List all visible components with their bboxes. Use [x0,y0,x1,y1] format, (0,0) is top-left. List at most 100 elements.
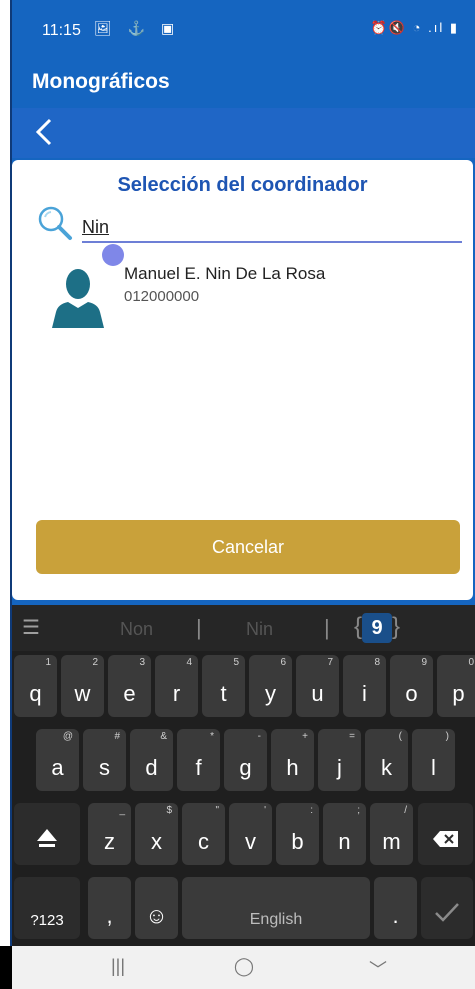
navigation-bar [12,108,475,158]
key-g[interactable]: -g [224,729,267,791]
key-label: z [104,829,115,854]
key-secondary-label: 6 [280,657,286,668]
key-secondary-label: 1 [45,657,51,668]
back-button[interactable]: ﹀ [358,956,398,980]
suggestion-1[interactable]: Non [120,619,153,640]
suggestion-bar: ☰ Non | Nin | {9} [12,605,475,651]
backspace-icon [418,829,473,855]
comma-key[interactable]: , [88,877,131,939]
list-item[interactable]: Manuel E. Nin De La Rosa 012000000 [42,260,462,330]
key-secondary-label: " [215,805,219,816]
key-label: y [265,681,276,706]
key-d[interactable]: & d [130,729,173,791]
key-b[interactable]: :b [276,803,319,865]
key-secondary-label: 7 [327,657,333,668]
key-label: r [172,681,181,706]
key-x[interactable]: $ x [135,803,178,865]
key-o[interactable]: 9o [390,655,433,717]
key-f[interactable]: * f [177,729,220,791]
key-label: u [311,681,324,706]
key-v[interactable]: ' v [229,803,272,865]
shift-key[interactable] [14,803,80,865]
key-a[interactable]: @ a [36,729,79,791]
key-secondary-label: @ [62,731,73,742]
key-m[interactable]: / m [370,803,413,865]
home-button[interactable]: ◯ [224,956,264,980]
dialog-title: Selección del coordinador [117,174,368,196]
status-time: 11:15 [42,22,81,39]
cancel-button[interactable]: Cancelar [36,520,460,574]
key-secondary-label: _ [119,805,125,816]
key-label: i [362,681,367,706]
key-secondary-label: 9 [421,657,427,668]
key-secondary-label: & [160,731,167,742]
key-label: p [452,681,465,706]
key-secondary-label: # [114,731,120,742]
key-i[interactable]: 8i [343,655,386,717]
symbols-key[interactable]: ?123 [14,877,80,939]
key-label: English [249,911,303,928]
keyboard-menu-icon[interactable]: ☰ [22,615,40,640]
checkmark-icon [421,901,473,929]
key-secondary-label: 4 [186,657,192,668]
key-label: v [245,829,256,854]
key-label: t [220,681,227,706]
key-z[interactable]: _ z [88,803,131,865]
key-secondary-label: ( [398,731,402,742]
key-secondary-label: 0 [468,657,474,668]
key-e[interactable]: 3e [108,655,151,717]
key-label: f [195,755,202,780]
backspace-key[interactable] [418,803,473,865]
key-w[interactable]: 2w [61,655,104,717]
suggestion-divider: | [196,615,202,640]
key-secondary-label: + [302,731,308,742]
key-t[interactable]: 5t [202,655,245,717]
key-q[interactable]: 1q [14,655,57,717]
suggestion-divider: | [324,615,330,640]
key-secondary-label: 3 [139,657,145,668]
key-k[interactable]: (k [365,729,408,791]
key-y[interactable]: 6y [249,655,292,717]
period-key[interactable]: . [374,877,417,939]
key-n[interactable]: ; n [323,803,366,865]
key-r[interactable]: 4r [155,655,198,717]
key-label: . [392,903,399,928]
search-underline [82,241,462,243]
suggestion-number[interactable]: {9} [354,613,400,643]
suggestion-number-value: 9 [362,613,393,643]
on-screen-keyboard: ☰ Non | Nin | {9} 1 q 2 w 3 e 4 r 5 t 6 y 7 u 8 i 9 o 0 p @ a… [12,605,475,946]
back-arrow-icon[interactable] [30,114,60,150]
key-label: x [151,829,162,854]
emoji-key[interactable]: ☺ [135,877,178,939]
suggestion-2[interactable]: Nin [246,619,273,640]
recents-button[interactable]: ||| [98,956,138,980]
key-label: j [337,755,342,780]
key-label: ?123 [30,912,64,929]
key-label: ☺ [145,903,168,928]
coordinator-dialog: Selección del coordinador Manuel E. Nin … [12,160,473,600]
key-h[interactable]: + h [271,729,314,791]
key-label: a [51,755,64,780]
result-code: 012000000 [124,288,200,305]
left-frame-bottom [0,946,12,989]
key-secondary-label: 8 [374,657,380,668]
search-input[interactable] [82,212,462,242]
key-label: d [145,755,158,780]
search-icon [36,204,76,244]
key-label: l [431,755,436,780]
key-label: n [338,829,351,854]
enter-key[interactable] [421,877,473,939]
key-c[interactable]: " c [182,803,225,865]
phone-screen: 11:15 🖼 ⚓ ▣ ⏰🔇 ◔ .ıl ▮ Monográficos Sele… [12,0,475,989]
key-p[interactable]: 0p [437,655,475,717]
status-right-icons: ⏰🔇 ◔ .ıl ▮ [370,20,459,35]
key-s[interactable]: # s [83,729,126,791]
key-j[interactable]: = j [318,729,361,791]
key-label: o [405,681,418,706]
key-secondary-label: - [257,731,261,742]
key-l[interactable]: ) l [412,729,455,791]
key-secondary-label: 2 [92,657,98,668]
space-key[interactable]: English [182,877,370,939]
key-label: h [286,755,299,780]
key-u[interactable]: 7u [296,655,339,717]
